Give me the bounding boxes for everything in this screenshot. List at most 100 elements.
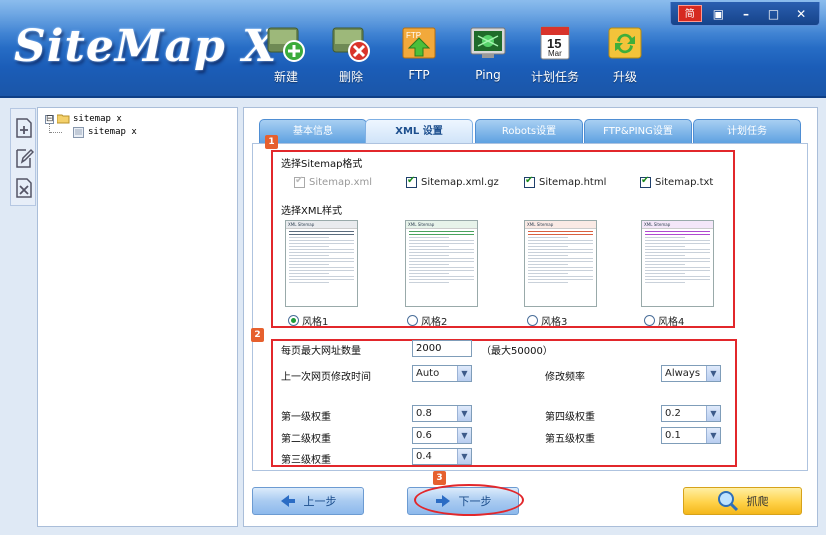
priority-4-select[interactable]: 0.2 ▼ [661,405,721,422]
checkbox-checked-icon [640,175,651,188]
remove-project-icon[interactable] [14,177,34,199]
format-sitemap-html-label: Sitemap.html [539,177,607,188]
thumb-line [528,237,568,238]
lastmod-select[interactable]: Auto ▼ [412,365,472,382]
add-project-icon[interactable] [14,117,34,139]
language-button[interactable]: 简 [677,5,702,22]
priority-5-select[interactable]: 0.1 ▼ [661,427,721,444]
thumb-line [528,243,593,244]
toolbar-ftp-button[interactable]: FTP FTP [391,24,447,90]
tree-connector-horizontal [50,132,62,133]
thumb-line [289,237,329,238]
style-1-radio[interactable]: 风格1 [288,313,328,328]
priority-5-label: 第五级权重 [545,434,595,445]
toolbar-update-button[interactable]: 升级 [597,24,653,90]
thumb-line [645,270,710,271]
format-sitemap-xml-checkbox[interactable]: Sitemap.xml [294,175,372,188]
tab-ftp-ping-settings[interactable]: FTP&PING设置 [584,119,692,144]
prev-step-label: 上一步 [303,495,337,508]
toolbar-delete-button[interactable]: 删除 [323,24,379,90]
style-3-radio[interactable]: 风格3 [527,313,567,328]
checkbox-checked-icon [294,175,305,188]
radio-unselected-icon [644,315,655,326]
thumb-line [289,252,354,253]
style-2-preview[interactable]: XML Sitemap [405,220,478,307]
thumb-line [409,249,474,250]
thumb-line [528,273,568,274]
thumb-line [645,249,710,250]
toolbar-schedule-button[interactable]: 15 Mar 计划任务 [527,24,583,90]
arrow-left-icon [280,495,295,507]
format-sitemap-txt-checkbox[interactable]: Sitemap.txt [640,175,714,188]
thumb-line [645,237,685,238]
tree-child-node[interactable]: sitemap x [73,126,137,138]
thumb-line [645,240,710,241]
chevron-down-icon: ▼ [706,428,720,443]
changefreq-value: Always [665,368,701,379]
thumb-line [289,264,329,265]
thumb-line [528,255,568,256]
thumb-line [528,261,593,262]
style-4-radio[interactable]: 风格4 [644,313,684,328]
thumb-line [645,252,710,253]
prev-step-button[interactable]: 上一步 [252,487,364,515]
minimize-button[interactable]: – [735,5,757,23]
thumb-line [409,276,474,277]
thumb-line [289,246,329,247]
format-sitemap-txt-label: Sitemap.txt [655,177,714,188]
tab-robots-settings[interactable]: Robots设置 [475,119,583,144]
toolbar-new-button[interactable]: 新建 [258,24,314,90]
toolbar-delete-label: 删除 [338,70,363,84]
folder-icon [57,114,70,124]
thumb-line [289,273,329,274]
thumb-line [645,234,710,235]
chevron-down-icon: ▼ [457,428,471,443]
toolbar-new-label: 新建 [273,70,298,84]
magnifier-icon [717,491,738,512]
thumb-line [528,282,568,283]
max-urls-input[interactable]: 2000 [412,340,472,357]
priority-2-select[interactable]: 0.6 ▼ [412,427,472,444]
toolbar-ping-button[interactable]: Ping [460,24,516,90]
thumb-line [645,273,685,274]
tree-child-label: sitemap x [88,127,137,137]
maximize-button[interactable]: □ [763,5,785,23]
skin-button[interactable]: ▣ [707,5,729,23]
settings-panel: 基本信息 XML 设置 Robots设置 FTP&PING设置 计划任务 1 选… [243,107,818,527]
style-3-preview[interactable]: XML Sitemap [524,220,597,307]
priority-1-select[interactable]: 0.8 ▼ [412,405,472,422]
format-sitemap-xml-gz-checkbox[interactable]: Sitemap.xml.gz [406,175,499,188]
thumb-title: XML Sitemap [286,221,357,229]
priority-3-label: 第三级权重 [281,455,331,466]
priority-4-label: 第四级权重 [545,412,595,423]
tab-xml-settings[interactable]: XML 设置 [365,119,473,144]
style-section-title: 选择XML样式 [281,206,343,217]
edit-project-icon[interactable] [14,147,34,169]
style-1-preview[interactable]: XML Sitemap [285,220,358,307]
style-4-preview[interactable]: XML Sitemap [641,220,714,307]
thumb-line [528,258,593,259]
thumb-line [289,231,354,232]
step-3-badge: 3 [433,471,446,485]
tree-root-node[interactable]: ⊟ sitemap x [45,113,122,125]
thumb-line [289,270,354,271]
thumb-line [528,267,593,268]
priority-3-select[interactable]: 0.4 ▼ [412,448,472,465]
delete-document-icon [332,27,370,62]
close-button[interactable]: ✕ [790,5,812,23]
tab-schedule[interactable]: 计划任务 [693,119,801,144]
format-sitemap-html-checkbox[interactable]: Sitemap.html [524,175,607,188]
style-2-label: 风格2 [421,317,448,328]
priority-2-value: 0.6 [416,430,432,441]
thumb-line [645,231,710,232]
crawl-button[interactable]: 抓爬 [683,487,802,515]
style-1-label: 风格1 [302,317,329,328]
thumb-line [409,258,474,259]
thumb-line [528,279,593,280]
changefreq-select[interactable]: Always ▼ [661,365,721,382]
thumb-line [289,282,329,283]
style-2-radio[interactable]: 风格2 [407,313,447,328]
priority-4-value: 0.2 [665,408,681,419]
changefreq-label: 修改频率 [545,372,585,383]
thumb-line [289,255,329,256]
